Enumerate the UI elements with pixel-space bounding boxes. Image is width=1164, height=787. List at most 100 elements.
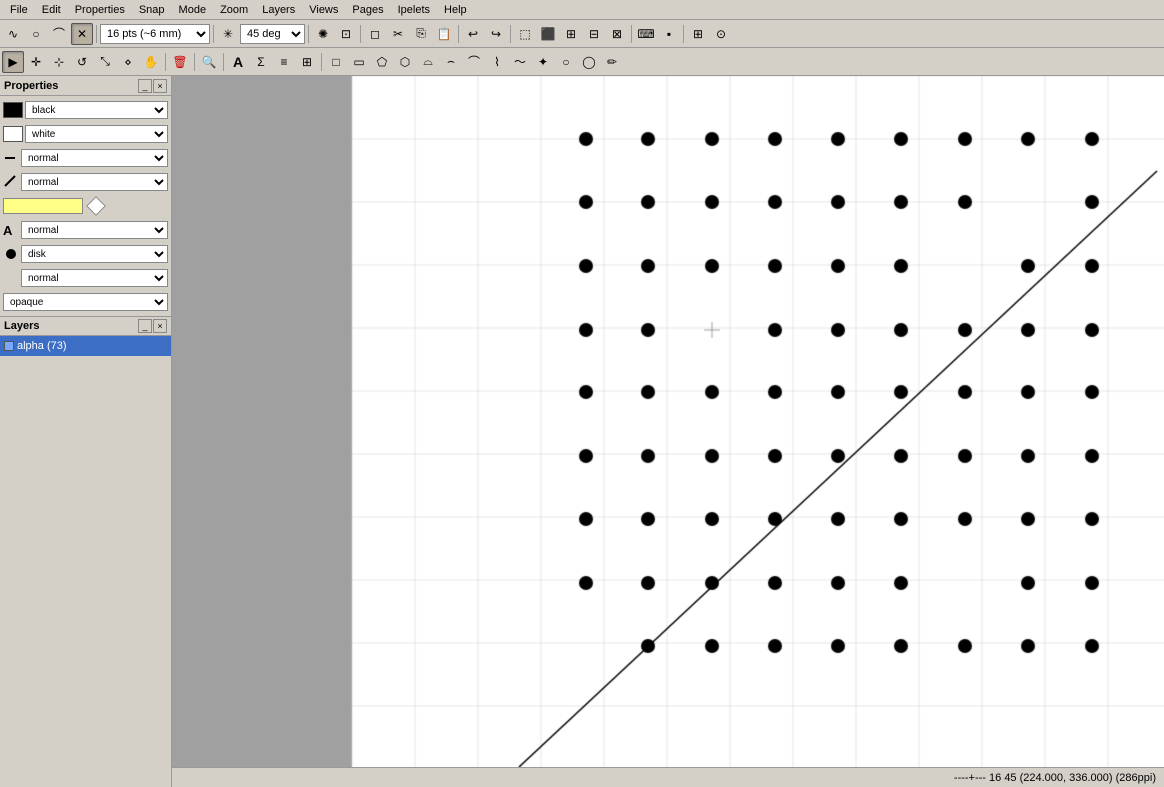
node-tool[interactable]: ⋄ xyxy=(117,51,139,73)
opacity-dropdown[interactable]: opaque transparent 10% xyxy=(3,293,168,311)
dash-row: normal dashed dotted xyxy=(3,147,168,169)
snap-cross-btn[interactable]: ✕ xyxy=(71,23,93,45)
rotate-tool[interactable]: ↺ xyxy=(71,51,93,73)
bezier-tool[interactable]: ⌢ xyxy=(440,51,462,73)
symbol-style-row: normal large small xyxy=(3,267,168,289)
line-tool[interactable]: ⌇ xyxy=(486,51,508,73)
arrange-tool[interactable]: ⊞ xyxy=(296,51,318,73)
canvas-area[interactable]: ----+--- 16 45 (224.000, 336.000) (286pp… xyxy=(172,76,1164,787)
shear-tool[interactable]: ⊹ xyxy=(48,51,70,73)
pan-tool[interactable]: ✋ xyxy=(140,51,162,73)
fill-color-dropdown[interactable]: white black red xyxy=(25,125,168,143)
menu-mode[interactable]: Mode xyxy=(173,3,213,17)
sep2 xyxy=(213,25,214,43)
menu-help[interactable]: Help xyxy=(438,3,473,17)
align-tool[interactable]: ≡ xyxy=(273,51,295,73)
properties-close-btn[interactable]: × xyxy=(153,79,167,93)
ellipse-tool[interactable]: ◯ xyxy=(578,51,600,73)
curve-tool[interactable]: 〜 xyxy=(509,51,531,73)
snap-special2[interactable]: ⊡ xyxy=(335,23,357,45)
text-tool[interactable]: A xyxy=(227,51,249,73)
copy-btn[interactable]: ⎘ xyxy=(410,23,432,45)
properties-panel-buttons: _ × xyxy=(138,79,167,93)
snap-circle-btn[interactable]: ○ xyxy=(25,23,47,45)
layers-title: Layers xyxy=(4,320,39,332)
freehand-tool[interactable]: ⬡ xyxy=(394,51,416,73)
menu-views[interactable]: Views xyxy=(303,3,344,17)
stroke-color-dropdown[interactable]: black white red blue xyxy=(25,101,168,119)
status-text: ----+--- 16 45 (224.000, 336.000) (286pp… xyxy=(954,772,1156,784)
circle-tool2[interactable]: ○ xyxy=(555,51,577,73)
dash-style-dropdown[interactable]: normal dashed dotted xyxy=(21,149,168,167)
fill-swatch[interactable] xyxy=(3,126,23,142)
properties-panel-header: Properties _ × xyxy=(0,76,171,96)
snap-angle-icon[interactable]: ✳ xyxy=(217,23,239,45)
arc-tool[interactable]: ⌒ xyxy=(463,51,485,73)
menu-snap[interactable]: Snap xyxy=(133,3,171,17)
snap-special1[interactable]: ✺ xyxy=(312,23,334,45)
menu-properties[interactable]: Properties xyxy=(69,3,131,17)
menu-file[interactable]: File xyxy=(4,3,34,17)
transform3-btn[interactable]: ⊠ xyxy=(606,23,628,45)
select-in-btn[interactable]: ⬛ xyxy=(537,23,559,45)
small-btn[interactable]: ▪ xyxy=(658,23,680,45)
mark-diamond[interactable] xyxy=(86,196,106,216)
symbol-style-dropdown[interactable]: normal large small xyxy=(21,269,168,287)
pen-icon xyxy=(3,174,19,190)
stretch-tool[interactable]: ⤡ xyxy=(94,51,116,73)
menu-zoom[interactable]: Zoom xyxy=(214,3,254,17)
layers-close-btn[interactable]: × xyxy=(153,319,167,333)
symbol-dropdown[interactable]: disk circle square triangle xyxy=(21,245,168,263)
properties-minimize-btn[interactable]: _ xyxy=(138,79,152,93)
cut-btn[interactable]: ✂ xyxy=(387,23,409,45)
keyboard-btn[interactable]: ⌨ xyxy=(635,23,657,45)
layers-minimize-btn[interactable]: _ xyxy=(138,319,152,333)
menu-pages[interactable]: Pages xyxy=(346,3,389,17)
paste-btn[interactable]: 📋 xyxy=(433,23,455,45)
move-tool[interactable]: ✛ xyxy=(25,51,47,73)
layer-item-alpha[interactable]: alpha (73) xyxy=(0,336,171,356)
undo-btn[interactable]: ↩ xyxy=(462,23,484,45)
polygon-tool[interactable]: ⬠ xyxy=(371,51,393,73)
transform1-btn[interactable]: ⊞ xyxy=(560,23,582,45)
snap-parabola-btn[interactable]: ⌒ xyxy=(48,23,70,45)
toolbar1: ∿ ○ ⌒ ✕ 16 pts (~6 mm) 4 pts (~1.5 mm) 8… xyxy=(0,20,1164,48)
new-doc-btn[interactable]: ◻ xyxy=(364,23,386,45)
delete-tool[interactable]: 🗑 xyxy=(169,51,191,73)
sep10 xyxy=(194,53,195,71)
snap-angle-dropdown[interactable]: 45 deg 15 deg 30 deg 60 deg 90 deg xyxy=(240,24,305,44)
text-style-dropdown[interactable]: normal bold italic xyxy=(21,221,168,239)
rect-tool[interactable]: □ xyxy=(325,51,347,73)
layer-visibility-icon[interactable] xyxy=(4,341,14,351)
stroke-swatch[interactable] xyxy=(3,102,23,118)
main-layout: Properties _ × black white red blue xyxy=(0,76,1164,787)
formula-tool[interactable]: Σ xyxy=(250,51,272,73)
zoom-tool[interactable]: 🔍 xyxy=(198,51,220,73)
menu-edit[interactable]: Edit xyxy=(36,3,67,17)
menu-ipelets[interactable]: Ipelets xyxy=(392,3,436,17)
snap-curve-btn[interactable]: ∿ xyxy=(2,23,24,45)
sep6 xyxy=(510,25,511,43)
menu-layers[interactable]: Layers xyxy=(256,3,301,17)
pen-tool[interactable]: ✏ xyxy=(601,51,623,73)
menubar: File Edit Properties Snap Mode Zoom Laye… xyxy=(0,0,1164,20)
grid-btn[interactable]: ⊞ xyxy=(687,23,709,45)
symbol-icon xyxy=(3,246,19,262)
properties-title: Properties xyxy=(4,80,58,92)
mark-tool[interactable]: ✦ xyxy=(532,51,554,73)
layers-panel-buttons: _ × xyxy=(138,319,167,333)
snap-size-dropdown[interactable]: 16 pts (~6 mm) 4 pts (~1.5 mm) 8 pts (~3… xyxy=(100,24,210,44)
opacity-row: opaque transparent 10% xyxy=(3,291,168,313)
select-all-btn[interactable]: ⬚ xyxy=(514,23,536,45)
sep11 xyxy=(223,53,224,71)
status-bar: ----+--- 16 45 (224.000, 336.000) (286pp… xyxy=(172,767,1164,787)
select-tool[interactable]: ▶ xyxy=(2,51,24,73)
main-canvas[interactable] xyxy=(172,76,1164,767)
redo-btn[interactable]: ↪ xyxy=(485,23,507,45)
roundrect-tool[interactable]: ▭ xyxy=(348,51,370,73)
transform2-btn[interactable]: ⊟ xyxy=(583,23,605,45)
spline-tool[interactable]: ⌓ xyxy=(417,51,439,73)
pen-style-dropdown[interactable]: normal fat ultrafat xyxy=(21,173,168,191)
extra-btn[interactable]: ⊙ xyxy=(710,23,732,45)
sep8 xyxy=(683,25,684,43)
